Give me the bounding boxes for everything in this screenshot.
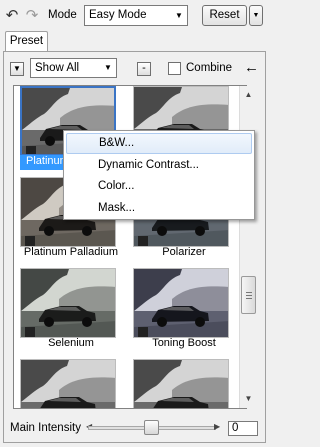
reset-button[interactable]: Reset — [202, 5, 247, 26]
intensity-value-field[interactable]: 0 — [228, 421, 258, 436]
preset-preview-image — [20, 268, 116, 338]
tab-preset-label: Preset — [9, 35, 44, 47]
context-menu-item[interactable]: B&W... — [66, 133, 252, 154]
preset-thumbnail[interactable]: Selenium — [14, 263, 128, 354]
chevron-down-icon: ▼ — [252, 12, 260, 19]
mode-select[interactable]: Easy Mode ▼ — [84, 5, 188, 26]
intensity-row: Main Intensity ◀ ▶ 0 — [4, 416, 265, 438]
combine-label: Combine — [186, 62, 233, 74]
remove-preset-button[interactable]: - — [137, 62, 151, 76]
tab-preset[interactable]: Preset — [5, 31, 48, 52]
context-menu-item[interactable]: Mask... — [66, 198, 252, 219]
dropdown-icon: ▼ — [13, 64, 21, 73]
reset-button-label: Reset — [209, 9, 240, 21]
combine-checkbox[interactable] — [168, 62, 181, 75]
context-menu-item[interactable]: Dynamic Contrast... — [66, 155, 252, 176]
context-menu-item[interactable]: Color... — [66, 176, 252, 197]
filter-select[interactable]: Show All ▼ — [30, 58, 117, 78]
intensity-value: 0 — [232, 422, 239, 434]
filter-row: ▼ Show All ▼ - Combine ← — [4, 52, 265, 84]
slider-right-icon[interactable]: ▶ — [214, 421, 220, 433]
intensity-slider-thumb[interactable] — [144, 420, 159, 435]
minus-label: - — [142, 62, 146, 74]
preset-preview-image — [133, 268, 229, 338]
scroll-up-icon[interactable]: ▲ — [240, 86, 257, 103]
mode-label: Mode — [48, 9, 77, 21]
preset-menu-button[interactable]: ▼ — [10, 62, 24, 76]
chevron-down-icon: ▼ — [104, 63, 112, 72]
preset-name: Polarizer — [162, 246, 206, 258]
scroll-down-icon[interactable]: ▼ — [240, 390, 257, 407]
reset-options-button[interactable]: ▼ — [249, 5, 263, 26]
preset-thumbnail[interactable] — [127, 354, 241, 408]
filter-select-value: Show All — [35, 62, 80, 74]
preset-thumbnail[interactable] — [14, 354, 128, 408]
preset-thumbnail[interactable]: Toning Boost — [127, 263, 241, 354]
mode-select-value: Easy Mode — [89, 9, 147, 21]
preset-name: Toning Boost — [152, 337, 216, 349]
context-menu: B&W... Dynamic Contrast... Color... Mask... — [63, 130, 255, 220]
undo-icon[interactable]: ↶ — [4, 8, 20, 24]
toolbar: ↶ ↷ Mode Easy Mode ▼ Reset ▼ — [0, 0, 269, 30]
tab-strip: Preset — [0, 30, 269, 52]
intensity-label: Main Intensity — [10, 422, 81, 434]
preset-preview-image — [20, 359, 116, 408]
redo-icon[interactable]: ↷ — [24, 8, 40, 24]
chevron-down-icon: ▼ — [175, 11, 183, 20]
preset-name: Selenium — [48, 337, 94, 349]
preset-panel: ▼ Show All ▼ - Combine ← Platinum Platin… — [3, 51, 266, 443]
scrollbar-thumb[interactable] — [241, 276, 256, 314]
preset-name: Platinum Palladium — [23, 246, 119, 258]
preset-preview-image — [133, 359, 229, 408]
left-arrow-icon[interactable]: ← — [244, 59, 259, 76]
